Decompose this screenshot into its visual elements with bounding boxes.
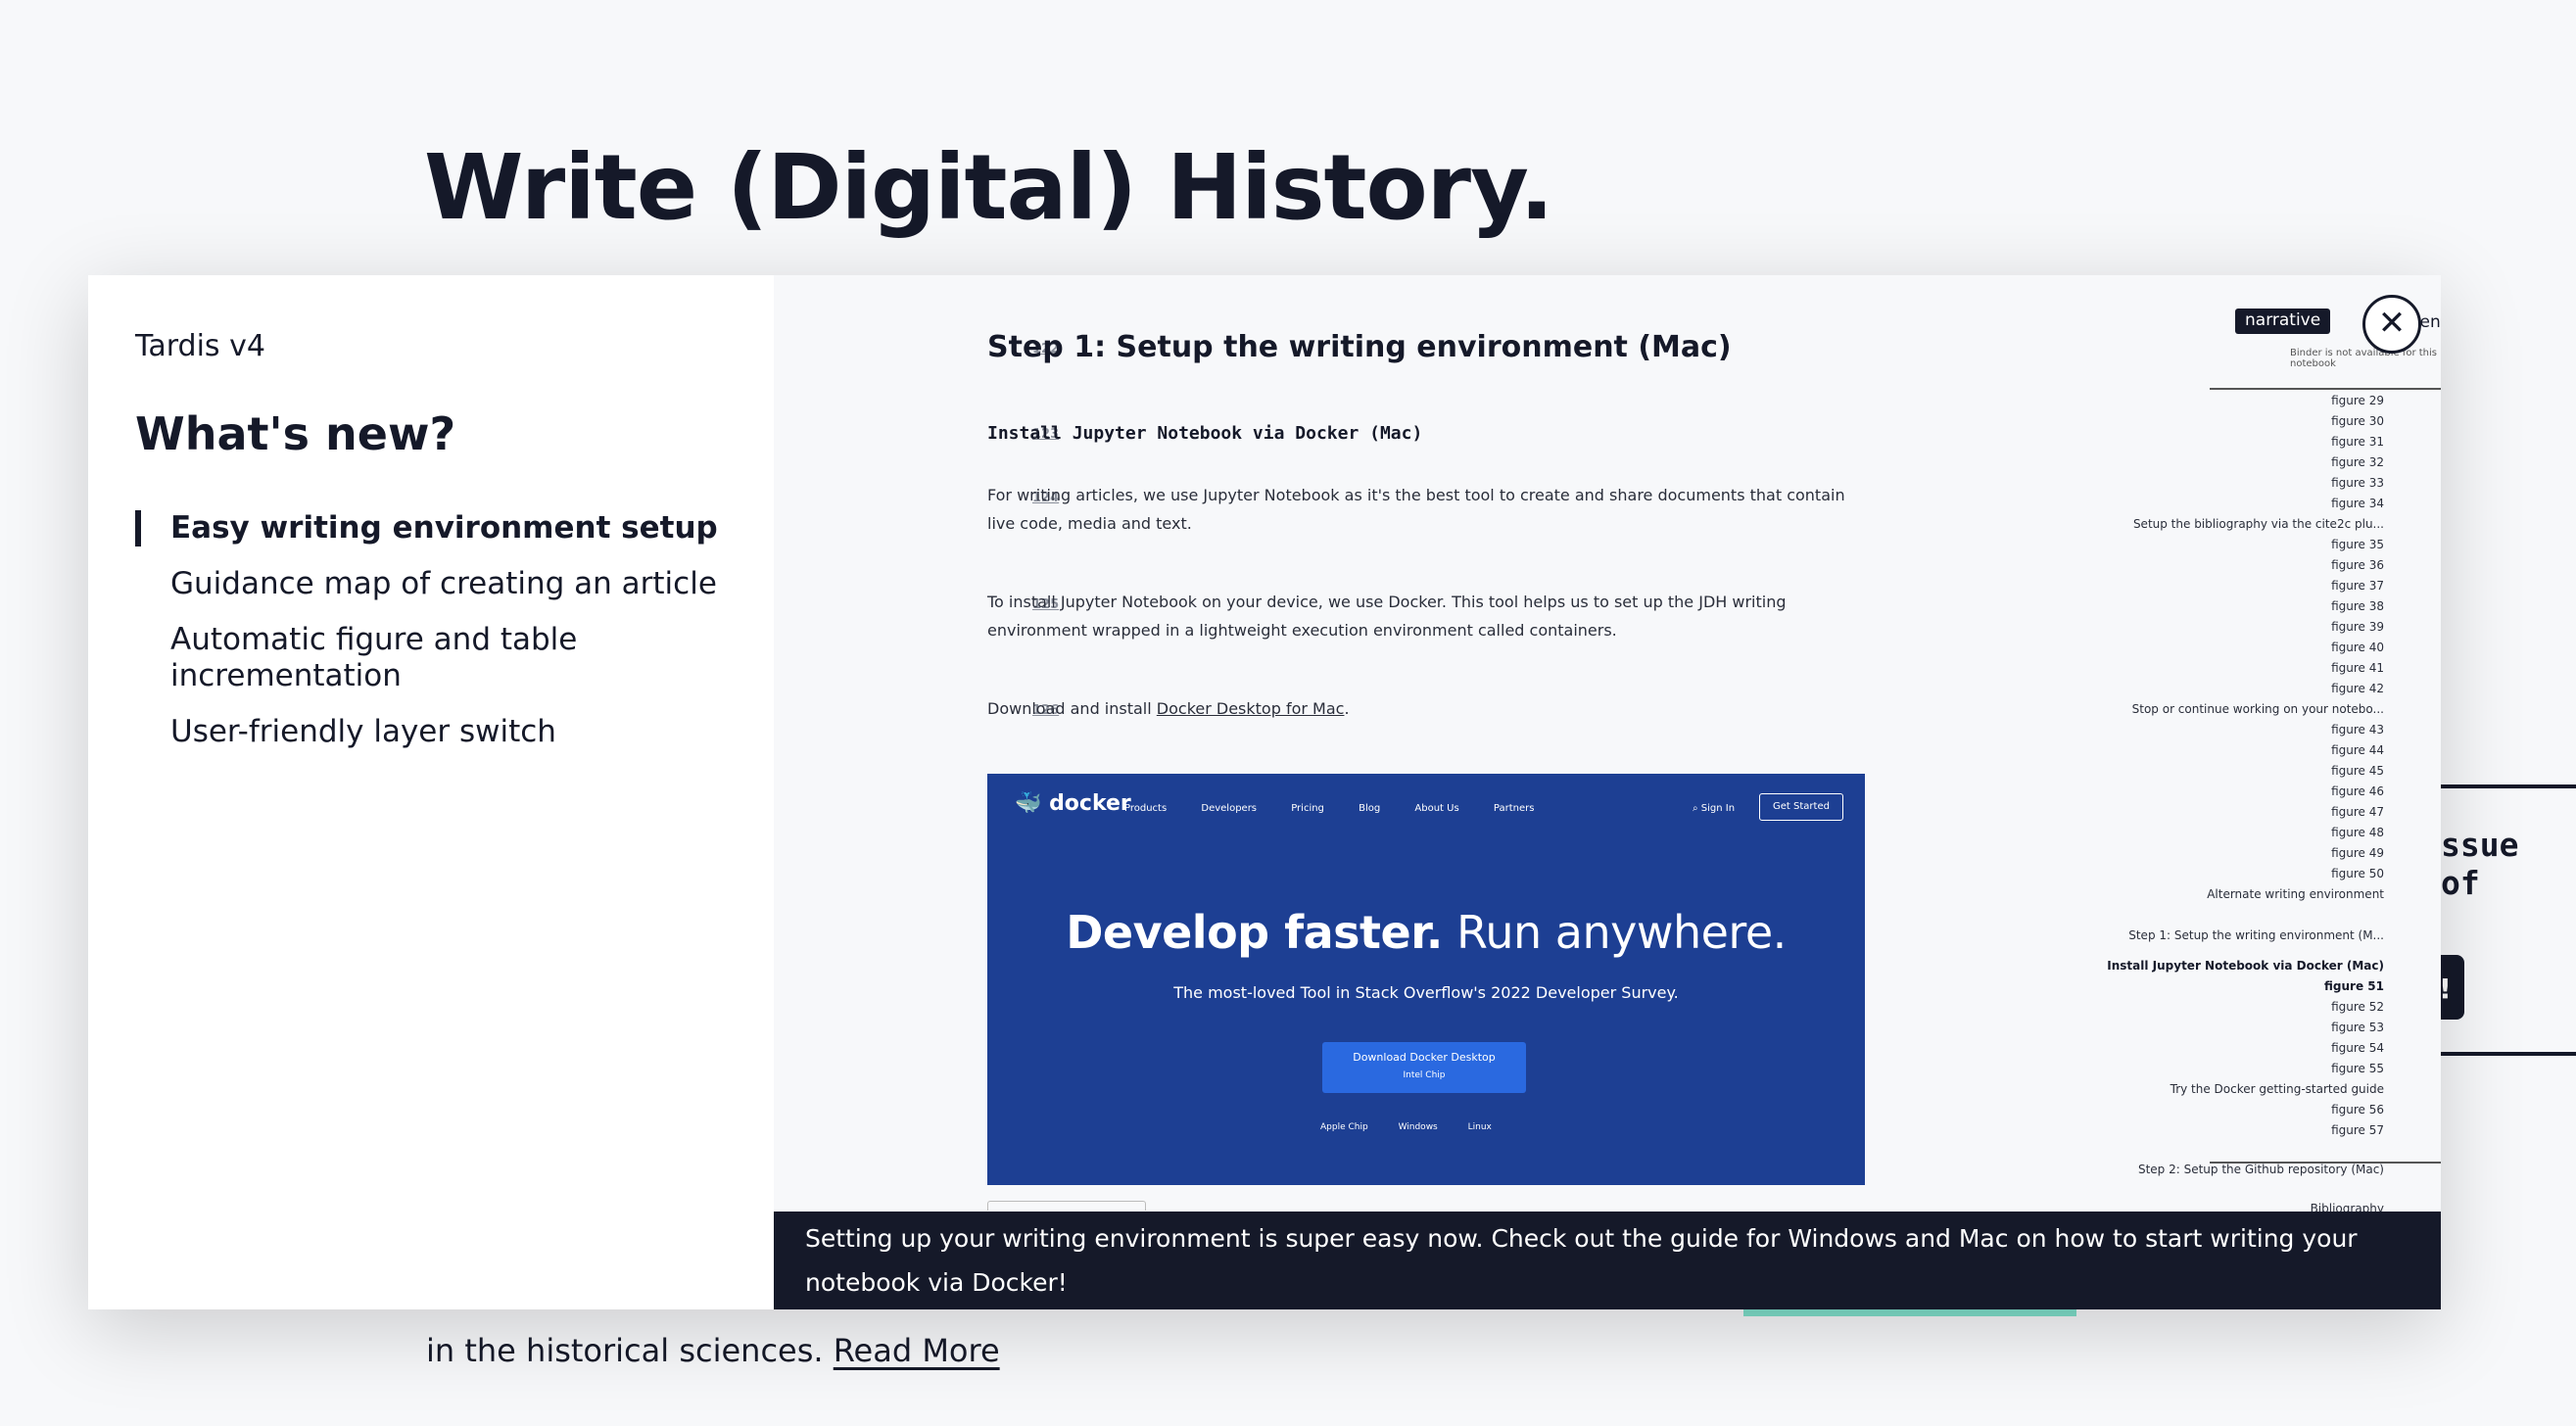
toc-item[interactable]: Alternate writing environment (2207, 887, 2384, 901)
toc-item[interactable]: figure 35 (2331, 538, 2384, 551)
toc-item[interactable]: figure 54 (2331, 1041, 2384, 1055)
toc-item[interactable]: Step 2: Setup the Github repository (Mac… (2138, 1163, 2384, 1176)
toc-item[interactable]: Step 1: Setup the writing environment (M… (2128, 928, 2384, 942)
toc-item[interactable]: figure 33 (2331, 476, 2384, 490)
docker-desktop-link[interactable]: Docker Desktop for Mac (1157, 699, 1345, 718)
toc-item[interactable]: figure 40 (2331, 641, 2384, 654)
toc-item[interactable]: Setup the bibliography via the cite2c pl… (2133, 517, 2384, 531)
intro-text-end: in the historical sciences. (426, 1332, 824, 1369)
paragraph-jupyter: For writing articles, we use Jupyter Not… (987, 486, 1845, 533)
docker-signin-text: Sign In (1700, 803, 1736, 814)
docker-download-button: Download Docker Desktop Intel Chip (1322, 1042, 1526, 1093)
toc-item[interactable]: figure 51 (2324, 979, 2384, 993)
toc-item[interactable]: figure 37 (2331, 579, 2384, 593)
toc-item[interactable]: figure 41 (2331, 661, 2384, 675)
docker-menu-item: Products (1124, 803, 1168, 814)
toc-item[interactable]: figure 31 (2331, 435, 2384, 449)
docker-subtitle: The most-loved Tool in Stack Overflow's … (1173, 983, 1679, 1002)
docker-signin: ⌕ Sign In (1693, 803, 1736, 814)
docker-logo-text: docker (1049, 791, 1131, 816)
feature-item-layer-switch[interactable]: User-friendly layer switch (135, 714, 723, 750)
preview-panel: 122 Step 1: Setup the writing environmen… (774, 275, 2441, 1309)
toc-item[interactable]: figure 46 (2331, 784, 2384, 798)
close-icon[interactable]: ✕ (2362, 295, 2421, 354)
intro-text: in the historical sciences. Read More (426, 1332, 1000, 1369)
docker-menu-item: About Us (1414, 803, 1459, 814)
paragraph-docker: To install Jupyter Notebook on your devi… (987, 593, 1787, 640)
page-title: Write (Digital) History. (424, 135, 1554, 240)
paragraph-download: Download and install Docker Desktop for … (987, 694, 1869, 723)
toc-item[interactable]: figure 45 (2331, 764, 2384, 778)
docker-menu-item: Pricing (1291, 803, 1324, 814)
toc-item[interactable]: figure 43 (2331, 723, 2384, 737)
feature-item-guidance-map[interactable]: Guidance map of creating an article (135, 566, 723, 602)
docker-menu: Products Developers Pricing Blog About U… (1124, 803, 1565, 814)
toc-item[interactable]: figure 39 (2331, 620, 2384, 634)
code-block-border-bottom (2441, 1052, 2576, 1056)
feature-caption: Setting up your writing environment is s… (774, 1212, 2441, 1309)
next-cell-fragment (987, 1201, 1146, 1211)
docker-navbar: 🐳 docker Products Developers Pricing Blo… (987, 774, 1865, 840)
docker-hero-bold: Develop faster. (1066, 906, 1443, 959)
docker-os-windows: Windows (1398, 1122, 1438, 1132)
download-text-end: . (1344, 699, 1350, 718)
toc-item[interactable]: figure 56 (2331, 1103, 2384, 1117)
toc-item[interactable]: figure 42 (2331, 682, 2384, 695)
docker-chip-label: Intel Chip (1403, 1070, 1446, 1080)
toc-item[interactable]: figure 57 (2331, 1123, 2384, 1137)
docker-os-list: Apple Chip Windows Linux (1320, 1122, 1519, 1132)
code-fragment: ssue of (2441, 826, 2519, 902)
docker-hero: Develop faster. Run anywhere. (987, 906, 1865, 959)
toc-item[interactable]: figure 53 (2331, 1021, 2384, 1034)
toc-item[interactable]: Try the Docker getting-started guide (2171, 1082, 2384, 1096)
docker-screenshot: 🐳 docker Products Developers Pricing Blo… (987, 774, 1865, 1185)
docker-os-apple: Apple Chip (1320, 1122, 1368, 1132)
toc-item[interactable]: figure 30 (2331, 414, 2384, 428)
docker-download-label: Download Docker Desktop (1353, 1051, 1496, 1064)
docker-os-linux: Linux (1467, 1122, 1492, 1132)
docker-get-started: Get Started (1759, 793, 1843, 821)
docker-logo: 🐳 docker (1015, 791, 1131, 816)
toc-item[interactable]: Install Jupyter Notebook via Docker (Mac… (2107, 959, 2384, 973)
docker-menu-item: Developers (1201, 803, 1258, 814)
docker-hero-rest: Run anywhere. (1442, 906, 1787, 959)
toc-item[interactable]: figure 55 (2331, 1062, 2384, 1075)
toc-divider-bottom (2210, 1162, 2441, 1164)
step-heading: Step 1: Setup the writing environment (M… (987, 330, 1732, 364)
toc-item[interactable]: figure 52 (2331, 1000, 2384, 1014)
toc-item[interactable]: figure 32 (2331, 455, 2384, 469)
toc-item[interactable]: figure 50 (2331, 867, 2384, 880)
feature-list: Easy writing environment setup Guidance … (135, 510, 723, 770)
toc-item[interactable]: figure 38 (2331, 599, 2384, 613)
toc-divider-top (2210, 388, 2441, 390)
section-heading: Install Jupyter Notebook via Docker (Mac… (987, 423, 1423, 444)
toc-item[interactable]: figure 34 (2331, 497, 2384, 510)
feature-panel: Tardis v4 What's new? Easy writing envir… (88, 275, 774, 1309)
toc-item[interactable]: figure 29 (2331, 394, 2384, 407)
layer-tag-narrative[interactable]: narrative (2235, 309, 2331, 334)
docker-menu-item: Partners (1493, 803, 1535, 814)
toc-item[interactable]: figure 47 (2331, 805, 2384, 819)
whats-new-heading: What's new? (135, 407, 456, 460)
toc-item[interactable]: figure 36 (2331, 558, 2384, 572)
toc-item[interactable]: figure 44 (2331, 743, 2384, 757)
feature-item-writing-setup[interactable]: Easy writing environment setup (135, 510, 723, 547)
code-block-border-top (2441, 784, 2576, 788)
whats-new-modal: Tardis v4 What's new? Easy writing envir… (88, 275, 2441, 1309)
docker-menu-item: Blog (1359, 803, 1381, 814)
version-label: Tardis v4 (135, 329, 265, 363)
binder-note: Binder is not available for this noteboo… (2290, 348, 2437, 369)
feature-item-figure-incrementation[interactable]: Automatic figure and table incrementatio… (135, 622, 723, 694)
toc-item[interactable]: Stop or continue working on your notebo.… (2132, 702, 2384, 716)
toc-item[interactable]: figure 49 (2331, 846, 2384, 860)
read-more-link[interactable]: Read More (834, 1332, 1000, 1369)
download-text: Download and install (987, 699, 1157, 718)
toc-item[interactable]: figure 48 (2331, 826, 2384, 839)
